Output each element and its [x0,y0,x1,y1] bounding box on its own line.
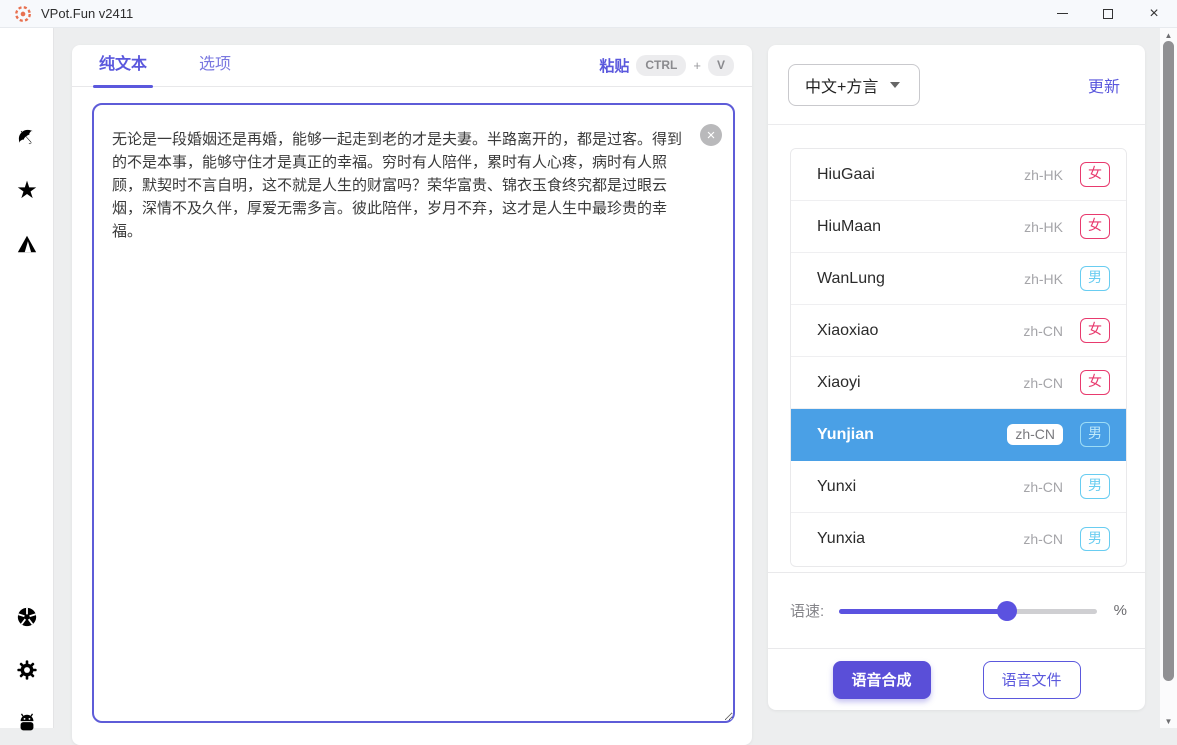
voice-locale-badge: zh-CN [1023,531,1063,547]
editor-tabbar: 纯文本 选项 粘贴 CTRL + V [72,45,752,87]
voice-row[interactable]: Yunjian zh-CN 男 [791,409,1126,461]
voice-row[interactable]: WanLung zh-HK 男 [791,253,1126,305]
voice-gender-badge: 男 [1080,527,1110,552]
voice-gender-badge: 男 [1080,474,1110,499]
star-icon[interactable]: ★ [0,174,54,208]
scroll-up-icon[interactable]: ▲ [1160,28,1177,42]
android-icon[interactable] [0,706,54,740]
speed-slider[interactable] [839,602,1096,620]
umbrella-icon[interactable]: ☂ [0,121,54,155]
text-input[interactable]: 无论是一段婚姻还是再婚，能够一起走到老的才是夫妻。半路离开的，都是过客。得到的不… [92,103,735,723]
slider-fill [839,609,1006,614]
left-toolbar: ☂ ★ [0,28,54,728]
voice-row[interactable]: HiuMaan zh-HK 女 [791,201,1126,253]
scroll-down-icon[interactable]: ▼ [1160,714,1177,728]
close-button[interactable]: × [1131,0,1177,27]
voice-name: Xiaoyi [817,374,861,392]
voice-file-button[interactable]: 语音文件 [983,661,1081,699]
voice-gender-badge: 女 [1080,370,1110,395]
voice-name: Yunxia [817,530,865,548]
actions-section: 语音合成 语音文件 [768,648,1145,710]
app-logo-icon [14,5,32,23]
gear-icon[interactable] [0,653,54,687]
v-key-badge: V [708,55,734,75]
minimize-button[interactable] [1039,0,1085,27]
slider-thumb[interactable] [997,601,1017,621]
speed-label: 语速: [790,600,824,621]
ctrl-key-badge: CTRL [636,55,686,75]
clear-text-button[interactable]: × [700,124,722,146]
speed-unit: % [1114,602,1127,619]
voice-locale-badge: zh-CN [1023,375,1063,391]
scrollbar-thumb[interactable] [1163,41,1174,681]
window-title: VPot.Fun v2411 [41,6,133,21]
editor-panel: 纯文本 选项 粘贴 CTRL + V 无论是一段婚姻还是再婚，能够一起走到老的才… [72,45,752,745]
voices-header: 中文+方言 更新 [768,45,1145,125]
refresh-link[interactable]: 更新 [1088,73,1120,97]
text-input-area: 无论是一段婚姻还是再婚，能够一起走到老的才是夫妻。半路离开的，都是过客。得到的不… [92,103,735,723]
voice-locale-badge: zh-CN [1023,479,1063,495]
language-dropdown[interactable]: 中文+方言 [788,64,920,106]
title-bar: VPot.Fun v2411 × [0,0,1177,28]
voices-panel: 中文+方言 更新 HiuGaai zh-HK 女 HiuMaan zh-HK 女… [768,45,1145,710]
voice-name: HiuGaai [817,166,875,184]
voice-name: WanLung [817,270,885,288]
language-dropdown-value: 中文+方言 [805,73,878,97]
voice-locale-badge: zh-HK [1024,219,1063,235]
speed-section: 语速: % [768,572,1145,648]
plus-sign: + [693,58,701,73]
tab-plain-text[interactable]: 纯文本 [93,45,153,87]
mountain-icon[interactable] [0,227,54,261]
voice-row[interactable]: Xiaoxiao zh-CN 女 [791,305,1126,357]
chevron-down-icon [890,82,900,88]
voice-row[interactable]: Yunxi zh-CN 男 [791,461,1126,513]
synthesize-button[interactable]: 语音合成 [833,661,931,699]
paste-hint: 粘贴 CTRL + V [599,55,734,76]
voice-gender-badge: 男 [1080,422,1110,447]
maximize-icon [1103,9,1113,19]
voice-row[interactable]: Xiaoyi zh-CN 女 [791,357,1126,409]
voice-locale-badge: zh-CN [1023,323,1063,339]
minimize-icon [1057,13,1068,14]
voice-locale-badge: zh-HK [1024,167,1063,183]
window-scrollbar[interactable]: ▲ ▼ [1160,28,1177,728]
voice-name: Yunxi [817,478,856,496]
voice-name: Yunjian [817,426,874,444]
voice-gender-badge: 男 [1080,266,1110,291]
aperture-icon[interactable] [0,600,54,634]
voice-locale-badge: zh-CN [1007,424,1063,445]
voice-gender-badge: 女 [1080,214,1110,239]
tab-options[interactable]: 选项 [193,45,237,87]
voice-gender-badge: 女 [1080,162,1110,187]
voice-name: HiuMaan [817,218,881,236]
voice-gender-badge: 女 [1080,318,1110,343]
voice-row[interactable]: Yunxia zh-CN 男 [791,513,1126,565]
voice-locale-badge: zh-HK [1024,271,1063,287]
voice-name: Xiaoxiao [817,322,878,340]
close-icon: × [1149,6,1158,22]
paste-link[interactable]: 粘贴 [599,55,629,76]
voice-row[interactable]: HiuGaai zh-HK 女 [791,149,1126,201]
voice-list: HiuGaai zh-HK 女 HiuMaan zh-HK 女 WanLung … [790,148,1127,567]
maximize-button[interactable] [1085,0,1131,27]
